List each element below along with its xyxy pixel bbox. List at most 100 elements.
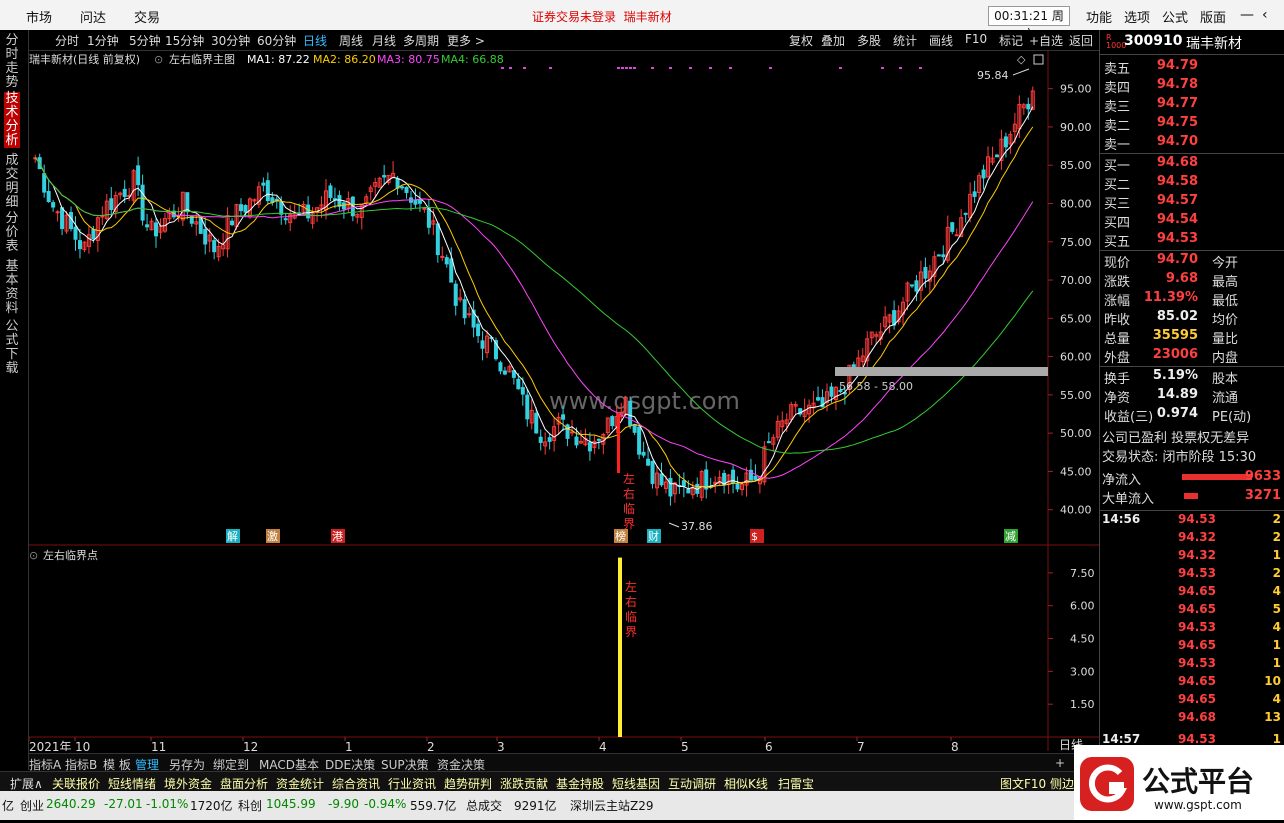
quote-row-value: 94.70 (1156, 252, 1198, 267)
period-tab[interactable]: 1分钟 (87, 32, 119, 49)
menu-market[interactable]: 市场 (26, 7, 52, 26)
menu-trade[interactable]: 交易 (134, 7, 160, 26)
period-tab[interactable]: 5分钟 (129, 32, 161, 49)
tool-stats[interactable]: 统计 (893, 32, 917, 49)
func-tab[interactable]: 境外资金 (164, 775, 212, 792)
func-tab[interactable]: 短线基因 (612, 775, 660, 792)
time-tick-label: 1 (345, 740, 353, 751)
func-tab[interactable]: 图文F10 (1000, 775, 1046, 792)
candle (538, 436, 543, 443)
quote-row-value: 35595 (1152, 328, 1198, 343)
candle (462, 299, 467, 319)
event-tag[interactable]: 财 (648, 529, 659, 543)
logo-graphic: 公式平台 www.gspt.com (1074, 745, 1284, 820)
low-label: 37.86 (681, 520, 713, 533)
nav-price-table[interactable]: 分价表 (4, 212, 20, 254)
tick-row: 94.53 4 (1100, 620, 1284, 638)
chevron-left-icon[interactable]: ‹ (1262, 7, 1268, 23)
nav-intraday[interactable]: 分时走势 (4, 34, 20, 90)
candle (122, 188, 127, 198)
event-tag[interactable]: 激 (267, 529, 278, 543)
candle (279, 201, 284, 215)
tick-price: 94.53 (1178, 732, 1216, 746)
period-tab[interactable]: 月线 (372, 32, 396, 49)
nav-trades[interactable]: 成交明细 (4, 154, 20, 210)
candle (73, 226, 78, 240)
func-tab[interactable]: 综合资讯 (332, 775, 380, 792)
tool-add-fav[interactable]: +自选 (1029, 32, 1063, 49)
func-tab[interactable]: 关联报价 (52, 775, 100, 792)
price-tick-label: 70.00 (1060, 274, 1092, 287)
period-tab[interactable]: 60分钟 (257, 32, 296, 49)
kline-chart[interactable]: 瑞丰新材(日线 前复权) ⊙ 左右临界主图 MA1: 87.22 MA2: 86… (28, 51, 1099, 754)
menu-options[interactable]: 选项 (1124, 7, 1150, 26)
diamond-icon[interactable]: ◇ (1017, 53, 1026, 66)
period-tab[interactable]: 分时 (55, 32, 79, 49)
func-tab[interactable]: 涨跌贡献 (500, 775, 548, 792)
candle (632, 423, 637, 433)
period-tab-selected[interactable]: 日线 (303, 32, 327, 49)
func-tab[interactable]: 扩展∧ (10, 775, 43, 792)
time-tick-label: 2021年 (29, 740, 72, 751)
chart-svg[interactable]: 瑞丰新材(日线 前复权) ⊙ 左右临界主图 MA1: 87.22 MA2: 86… (28, 51, 1099, 754)
quote-row-value: 9.68 (1165, 271, 1198, 286)
tick-price: 94.68 (1178, 710, 1216, 724)
menu-wenda[interactable]: 问达 (80, 7, 106, 26)
event-tag[interactable]: 解 (227, 529, 238, 543)
func-tab[interactable]: 相似K线 (724, 775, 768, 792)
period-tab[interactable]: 周线 (339, 32, 363, 49)
tool-back[interactable]: 返回 (1069, 32, 1093, 49)
func-tab[interactable]: 互动调研 (668, 775, 716, 792)
tool-multi[interactable]: 多股 (857, 32, 881, 49)
menu-function[interactable]: 功能 (1086, 7, 1112, 26)
func-tab[interactable]: 扫雷宝 (778, 775, 814, 792)
func-tab[interactable]: 短线情绪 (108, 775, 156, 792)
sub-signal-char: 界 (625, 625, 637, 639)
period-tab[interactable]: 多周期 (403, 32, 439, 49)
func-tab[interactable]: 侧边 (1050, 775, 1074, 792)
event-tag[interactable]: $ (751, 530, 758, 543)
event-tag[interactable]: 榜 (615, 529, 626, 543)
quote-panel: R 1000 300910 瑞丰新材 卖五 94.79 卖四 94.78 卖三 94.77 卖… (1099, 30, 1284, 770)
settings-icon[interactable]: ⊙ (154, 53, 163, 66)
cy-change: -27.01 (104, 797, 143, 811)
func-tab[interactable]: 基金持股 (556, 775, 604, 792)
func-tab[interactable]: 资金统计 (276, 775, 324, 792)
sub-settings-icon[interactable]: ⊙ (29, 549, 38, 562)
tool-f10[interactable]: F10 (965, 32, 987, 46)
tool-adjust[interactable]: 复权 (789, 32, 813, 49)
tool-draw[interactable]: 画线 (929, 32, 953, 49)
tick-volume: 2 (1272, 530, 1281, 544)
quote-info1: 公司已盈利 投票权无差异 (1102, 431, 1250, 446)
candle (1003, 136, 1008, 148)
event-tag[interactable]: 港 (332, 530, 343, 543)
func-tab[interactable]: 行业资讯 (388, 775, 436, 792)
quote-row: 卖一 94.70 (1104, 134, 1282, 153)
nav-basic-info[interactable]: 基本资料 (4, 260, 20, 316)
candle (42, 173, 47, 193)
nav-formula-download[interactable]: 公式下载 (4, 320, 20, 376)
func-tab[interactable]: 趋势研判 (444, 775, 492, 792)
func-tab[interactable]: 盘面分析 (220, 775, 268, 792)
minimize-icon[interactable]: — (1240, 7, 1254, 23)
time-tick-label: 6 (765, 740, 773, 751)
nav-technical[interactable]: 技术分析 (4, 92, 20, 148)
quote-row-label: 卖三 (1104, 100, 1131, 115)
tool-overlay[interactable]: 叠加 (821, 32, 845, 49)
candle (713, 481, 718, 484)
menu-layout[interactable]: 版面 (1200, 7, 1226, 26)
quote-row: 涨幅 11.39% 最低 (1104, 290, 1282, 309)
quote-row-label: 买一 (1104, 159, 1131, 174)
logo-text: 公式平台 (1142, 765, 1254, 798)
add-icon[interactable]: + (1055, 756, 1065, 770)
tool-mark[interactable]: 标记 (999, 32, 1023, 49)
tick-price: 94.65 (1178, 602, 1216, 616)
event-tag[interactable]: 减 (1005, 530, 1016, 543)
login-notice[interactable]: 证券交易未登录 瑞丰新材 (532, 8, 672, 25)
period-tab[interactable]: 30分钟 (211, 32, 250, 49)
menu-formula[interactable]: 公式 (1162, 7, 1188, 26)
candle (51, 202, 56, 208)
period-tab[interactable]: 15分钟 (165, 32, 204, 49)
period-tab-more[interactable]: 更多 > (447, 32, 485, 49)
quote-row-label: 外盘 (1104, 351, 1131, 366)
